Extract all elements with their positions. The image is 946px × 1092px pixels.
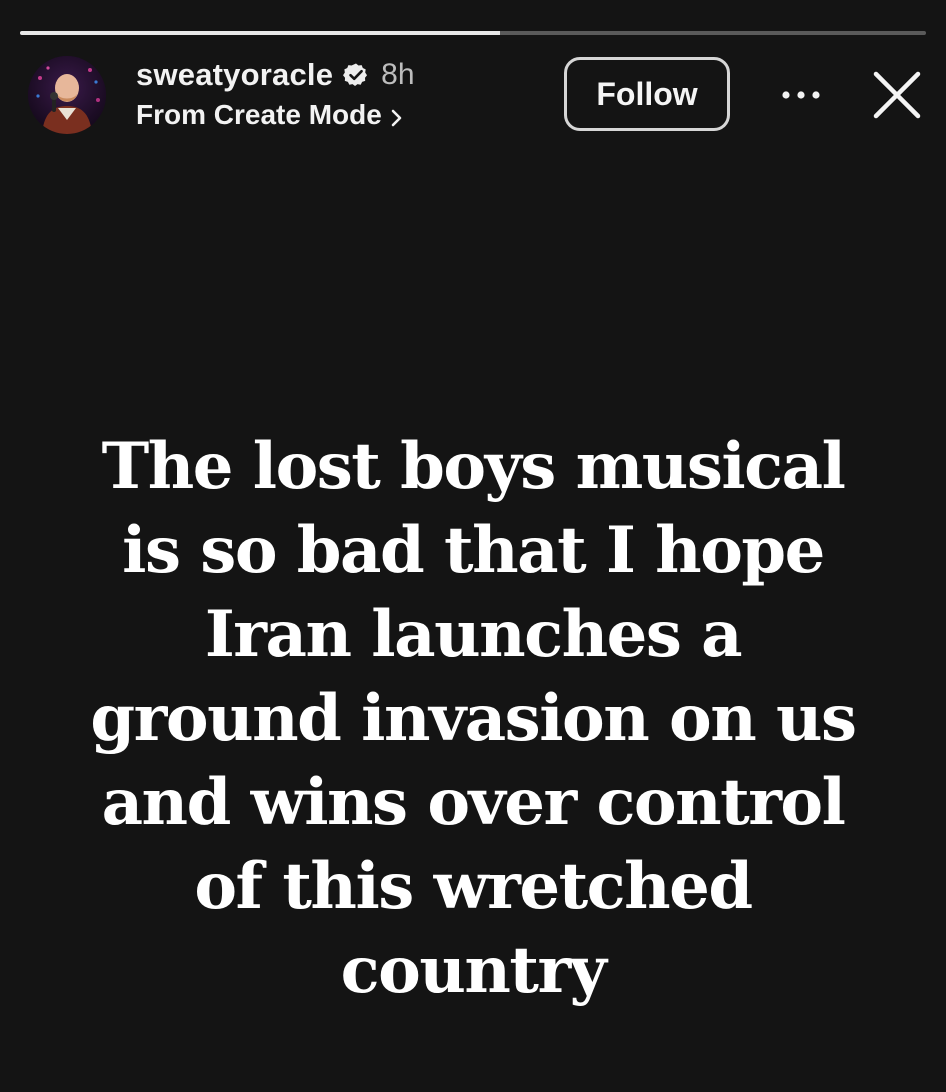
story-viewer[interactable]: sweatyoracle 8h From Create Mode Follow <box>0 0 946 1092</box>
story-user-line: sweatyoracle 8h <box>136 56 415 94</box>
create-mode-label: From Create Mode <box>136 99 382 130</box>
chevron-right-icon <box>390 104 404 127</box>
story-timestamp: 8h <box>381 58 415 91</box>
close-icon[interactable] <box>866 64 928 126</box>
avatar[interactable] <box>28 56 106 134</box>
follow-button[interactable]: Follow <box>564 57 730 131</box>
story-text: The lost boys musical is so bad that I h… <box>90 429 857 1008</box>
create-mode-link[interactable]: From Create Mode <box>136 97 404 133</box>
more-options-icon[interactable] <box>776 78 826 112</box>
avatar-image <box>28 56 106 134</box>
username[interactable]: sweatyoracle <box>136 57 333 93</box>
verified-badge-icon <box>343 62 369 88</box>
story-header: sweatyoracle 8h From Create Mode Follow <box>0 0 946 150</box>
